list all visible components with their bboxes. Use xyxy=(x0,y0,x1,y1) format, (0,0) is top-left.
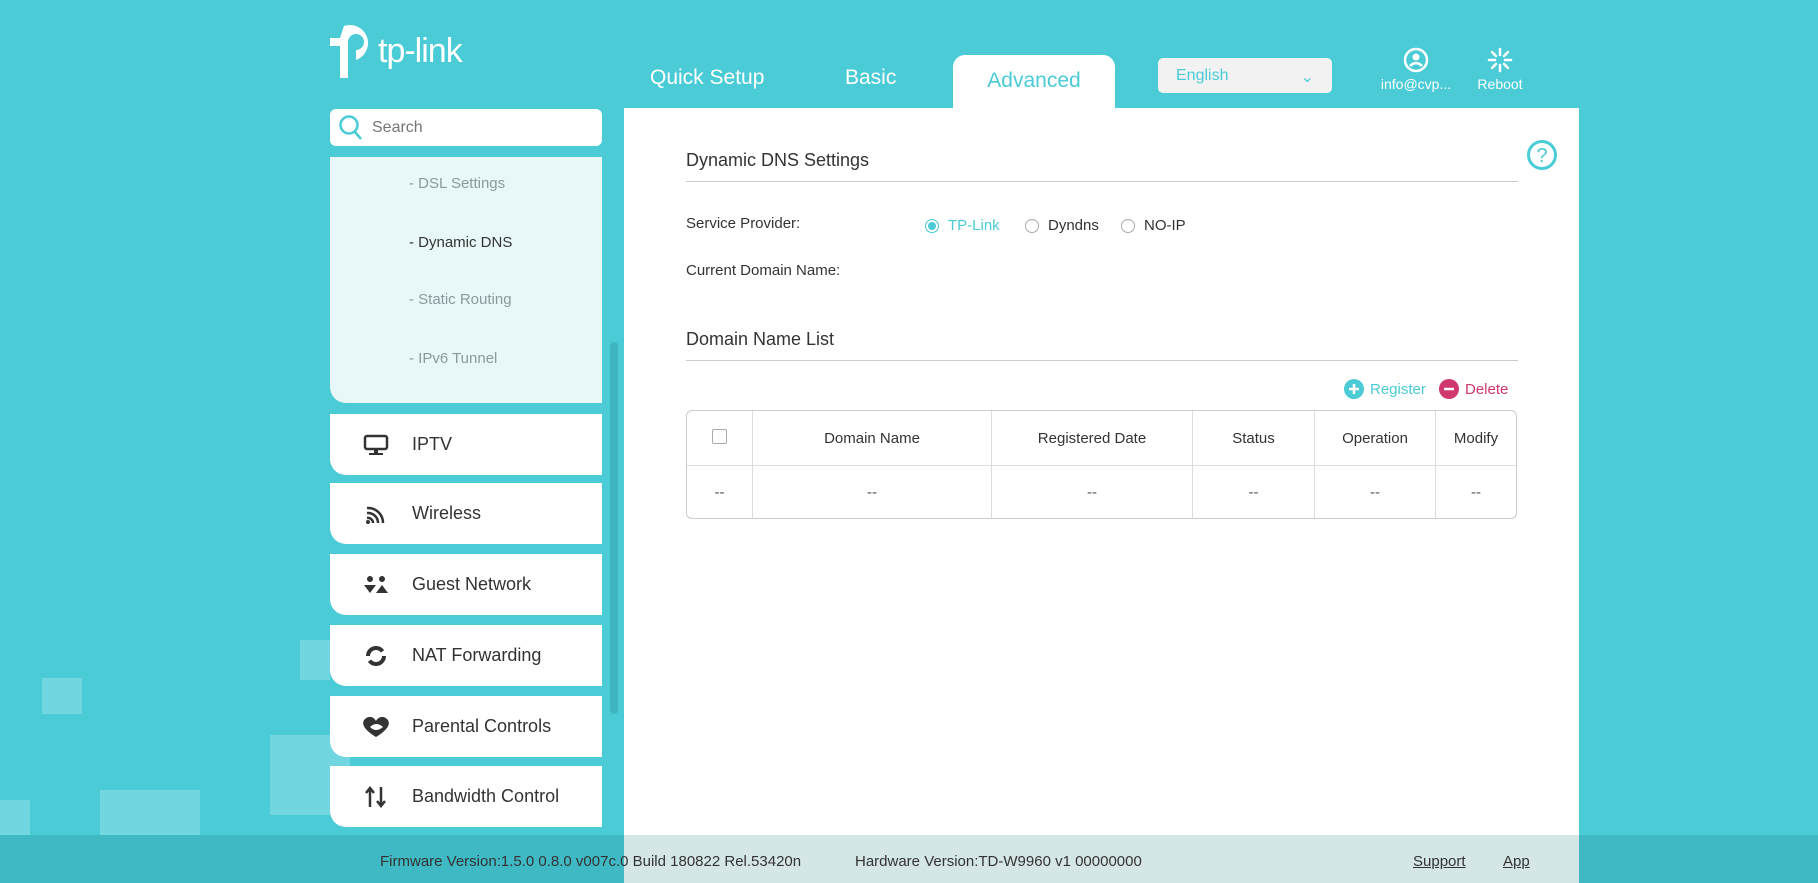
radio-tp-link[interactable]: TP-Link xyxy=(925,217,1000,234)
table-row: -- -- -- -- -- -- xyxy=(687,466,1516,518)
account-label: info@cvp... xyxy=(1380,76,1452,92)
submenu-item-static-routing[interactable]: - Static Routing xyxy=(409,291,512,308)
tp-link-logo[interactable]: tp-link xyxy=(330,22,463,80)
updown-icon xyxy=(330,785,412,809)
decor xyxy=(42,678,82,714)
select-all-checkbox[interactable] xyxy=(712,428,727,444)
section-title-ddns: Dynamic DNS Settings xyxy=(686,150,870,170)
register-button[interactable]: Register xyxy=(1344,379,1426,399)
decor xyxy=(0,800,30,840)
search-input[interactable] xyxy=(372,118,592,137)
hardware-version: Hardware Version:TD-W9960 v1 00000000 xyxy=(855,853,1142,870)
col-domain-name: Domain Name xyxy=(753,411,992,466)
col-operation: Operation xyxy=(1315,411,1436,466)
submenu-item-dynamic-dns[interactable]: - Dynamic DNS xyxy=(409,234,512,251)
minus-circle-icon xyxy=(1439,379,1459,399)
cell: -- xyxy=(1471,483,1481,501)
cell: -- xyxy=(992,466,1193,518)
sidebar-label: IPTV xyxy=(412,434,453,454)
tab-quick-setup[interactable]: Quick Setup xyxy=(650,66,764,90)
logo-icon xyxy=(330,24,369,78)
sidebar-label: Guest Network xyxy=(412,574,532,594)
logo-text: tp-link xyxy=(378,31,463,70)
account-button[interactable]: info@cvp... xyxy=(1376,47,1456,92)
monitor-icon xyxy=(330,434,412,456)
language-value: English xyxy=(1176,67,1229,84)
table-header: Domain Name Registered Date Status Opera… xyxy=(687,411,1516,466)
current-domain-label: Current Domain Name: xyxy=(686,262,841,279)
sidebar-item-iptv[interactable]: IPTV xyxy=(330,414,602,475)
cell: -- xyxy=(1193,466,1315,518)
sidebar-item-guest-network[interactable]: Guest Network xyxy=(330,554,602,615)
tab-advanced[interactable]: Advanced xyxy=(953,55,1115,109)
divider xyxy=(686,360,1518,361)
help-icon[interactable]: ? xyxy=(1526,139,1558,171)
heart-icon xyxy=(330,715,412,739)
firmware-version: Firmware Version:1.5.0 0.8.0 v007c.0 Bui… xyxy=(380,853,802,870)
section-title-domain-list: Domain Name List xyxy=(686,329,835,349)
decor xyxy=(300,640,330,680)
main-panel: Dynamic DNS Settings ? Service Provider:… xyxy=(624,108,1579,883)
radio-label: NO-IP xyxy=(1144,217,1186,234)
sidebar-item-parental-controls[interactable]: Parental Controls xyxy=(330,696,602,757)
sidebar-item-wireless[interactable]: Wireless xyxy=(330,483,602,544)
language-select[interactable]: English ⌄ xyxy=(1158,58,1332,93)
sidebar-label: Wireless xyxy=(412,503,482,523)
search-box[interactable] xyxy=(330,109,602,146)
register-label: Register xyxy=(1370,380,1426,398)
user-icon xyxy=(1403,47,1429,73)
delete-button[interactable]: Delete xyxy=(1439,379,1508,399)
plus-circle-icon xyxy=(1344,379,1364,399)
submenu-network: - DSL Settings - Dynamic DNS - Static Ro… xyxy=(330,157,602,403)
sidebar-label: Parental Controls xyxy=(412,716,552,736)
reboot-button[interactable]: Reboot xyxy=(1470,47,1530,92)
submenu-item-ipv6-tunnel[interactable]: - IPv6 Tunnel xyxy=(409,350,497,367)
divider xyxy=(686,181,1518,182)
cell: -- xyxy=(687,466,753,518)
sidebar-scrollbar[interactable] xyxy=(610,342,618,714)
radio-circle xyxy=(1121,218,1135,233)
guest-icon xyxy=(330,575,412,595)
reboot-label: Reboot xyxy=(1477,76,1523,92)
nat-icon xyxy=(330,644,412,668)
select-all-cell xyxy=(687,411,753,466)
domain-name-table: Domain Name Registered Date Status Opera… xyxy=(686,410,1517,519)
radio-dyndns[interactable]: Dyndns xyxy=(1025,217,1099,234)
radio-no-ip[interactable]: NO-IP xyxy=(1121,217,1186,234)
col-registered-date: Registered Date xyxy=(992,411,1193,466)
radio-label: Dyndns xyxy=(1048,217,1099,234)
tab-basic[interactable]: Basic xyxy=(845,66,896,90)
col-status: Status xyxy=(1193,411,1315,466)
support-link[interactable]: Support xyxy=(1413,853,1466,870)
wireless-icon xyxy=(330,503,412,525)
app-link[interactable]: App xyxy=(1503,853,1530,870)
cell: -- xyxy=(753,466,992,518)
col-modify: Modify xyxy=(1436,411,1516,466)
submenu-item-dsl-settings[interactable]: - DSL Settings xyxy=(409,175,505,192)
radio-circle xyxy=(925,218,939,233)
chevron-down-icon: ⌄ xyxy=(1300,69,1314,86)
sidebar-label: Bandwidth Control xyxy=(412,786,560,806)
radio-circle xyxy=(1025,218,1039,233)
sidebar-item-nat-forwarding[interactable]: NAT Forwarding xyxy=(330,625,602,686)
service-provider-label: Service Provider: xyxy=(686,215,801,232)
svg-text:?: ? xyxy=(1536,145,1547,167)
reboot-icon xyxy=(1487,47,1513,73)
cell: -- xyxy=(1315,466,1436,518)
sidebar-item-bandwidth-control[interactable]: Bandwidth Control xyxy=(330,766,602,827)
sidebar-label: NAT Forwarding xyxy=(412,645,542,665)
radio-label: TP-Link xyxy=(948,217,1000,234)
search-icon xyxy=(339,114,362,140)
delete-label: Delete xyxy=(1465,380,1509,398)
